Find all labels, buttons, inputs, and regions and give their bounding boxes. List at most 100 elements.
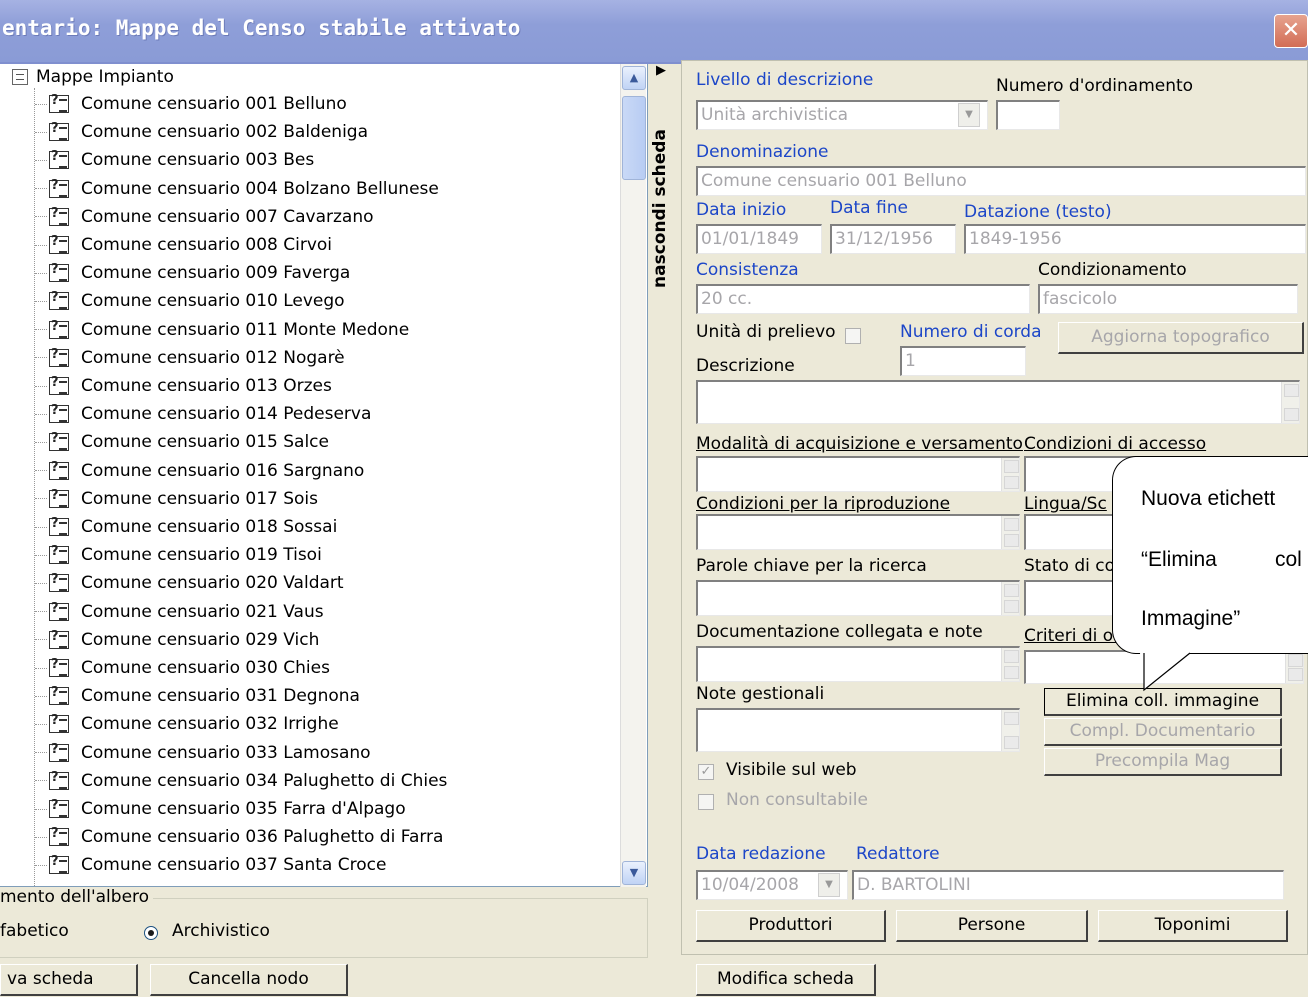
tree-connector <box>35 272 47 274</box>
tree-item[interactable]: Comune censuario 004 Bolzano Bellunese <box>35 175 439 203</box>
title-bar: entario: Mappe del Censo stabile attivat… <box>0 0 1308 64</box>
descrizione-textarea[interactable] <box>696 380 1300 424</box>
tree-item[interactable]: Comune censuario 034 Palughetto di Chies <box>35 767 447 795</box>
tree-connector <box>35 441 47 443</box>
unita-prelievo-checkbox[interactable] <box>845 328 861 344</box>
parole-chiave-textarea[interactable] <box>696 580 1020 616</box>
redattore-input[interactable]: D. BARTOLINI <box>852 870 1284 900</box>
nuova-scheda-button[interactable]: va scheda <box>0 964 138 996</box>
tree-item[interactable]: Comune censuario 013 Orzes <box>35 372 332 400</box>
compl-documentario-button[interactable]: Compl. Documentario <box>1044 718 1282 746</box>
textarea-scrollbar[interactable] <box>1001 516 1019 549</box>
tree-item[interactable]: Comune censuario 019 Tisoi <box>35 541 322 569</box>
tree-item[interactable]: Comune censuario 001 Belluno <box>35 90 347 118</box>
condizionamento-input[interactable]: fascicolo <box>1038 284 1298 314</box>
tree-item[interactable]: Comune censuario 009 Faverga <box>35 259 350 287</box>
tree-connector <box>35 329 47 331</box>
radio-archivistico-dot[interactable] <box>144 926 158 940</box>
record-icon <box>49 375 69 395</box>
tree-connector <box>35 723 47 725</box>
tree-panel: Mappe Impianto Comune censuario 001 Bell… <box>0 64 648 887</box>
scroll-thumb[interactable] <box>622 96 646 180</box>
scroll-down-icon[interactable]: ▼ <box>622 861 646 885</box>
visibile-checkbox[interactable]: ✓ <box>698 764 714 780</box>
tree-item[interactable]: Comune censuario 029 Vich <box>35 626 319 654</box>
livello-select[interactable]: Unità archivistica <box>696 100 988 130</box>
tree-item[interactable]: Comune censuario 021 Vaus <box>35 598 324 626</box>
textarea-scrollbar[interactable] <box>1001 582 1019 615</box>
tree-item[interactable]: Comune censuario 014 Pedeserva <box>35 400 371 428</box>
data-inizio-input[interactable]: 01/01/1849 <box>696 224 822 254</box>
scroll-up-icon[interactable]: ▲ <box>622 66 646 90</box>
calendar-dropdown-icon[interactable]: ▼ <box>818 873 840 897</box>
record-icon <box>49 685 69 706</box>
tree-item[interactable]: Comune censuario 037 Santa Croce <box>35 851 386 879</box>
tree-item[interactable]: Comune censuario 031 Degnona <box>35 682 360 710</box>
tree-item[interactable]: Comune censuario 020 Valdart <box>35 569 344 597</box>
tree-item[interactable]: Comune censuario 016 Sargnano <box>35 457 364 485</box>
chevron-down-icon[interactable]: ▼ <box>958 103 980 127</box>
consistenza-input[interactable]: 20 cc. <box>696 284 1030 314</box>
tree-item[interactable]: Comune censuario 002 Baldeniga <box>35 118 368 146</box>
modalita-textarea[interactable] <box>696 456 1020 492</box>
note-gestionali-textarea[interactable] <box>696 708 1020 752</box>
record-icon <box>49 544 69 565</box>
non-consultabile-checkbox[interactable] <box>698 794 714 810</box>
tree-connector <box>35 357 47 359</box>
toponimi-button[interactable]: Toponimi <box>1098 910 1288 942</box>
precompila-mag-button[interactable]: Precompila Mag <box>1044 748 1282 776</box>
tree-item[interactable]: Comune censuario 018 Sossai <box>35 513 337 541</box>
data-fine-input[interactable]: 31/12/1956 <box>830 224 956 254</box>
elimina-coll-immagine-button[interactable]: Elimina coll. immagine <box>1044 688 1282 716</box>
nascondi-scheda-tab[interactable]: nascondi scheda <box>650 129 670 288</box>
close-button[interactable]: ✕ <box>1274 14 1308 48</box>
tree-item[interactable]: Comune censuario 036 Palughetto di Farra <box>35 823 443 851</box>
modalita-label: Modalità di acquisizione e versamento <box>696 434 1023 454</box>
condizioni-riproduzione-textarea[interactable] <box>696 514 1020 550</box>
cancella-nodo-button[interactable]: Cancella nodo <box>150 964 348 996</box>
textarea-scrollbar[interactable] <box>1001 458 1019 491</box>
record-icon <box>49 319 69 339</box>
textarea-scrollbar[interactable] <box>1281 382 1299 423</box>
tree-item[interactable]: Comune censuario 030 Chies <box>35 654 330 682</box>
produttori-button[interactable]: Produttori <box>696 910 886 942</box>
radio-alfabetico-label[interactable]: fabetico <box>0 921 69 941</box>
numero-ordinamento-input[interactable] <box>996 100 1060 130</box>
tree-item-label: Comune censuario 020 Valdart <box>81 573 344 594</box>
tree-item-label: Comune censuario 008 Cirvoi <box>81 235 333 255</box>
tree-item[interactable]: Comune censuario 008 Cirvoi <box>35 231 332 259</box>
tree-item-label: Comune censuario 031 Degnona <box>81 686 360 707</box>
modifica-scheda-button[interactable]: Modifica scheda <box>696 964 876 996</box>
tree-item[interactable]: Comune censuario 010 Levego <box>35 287 345 315</box>
radio-archivistico[interactable] <box>144 923 158 943</box>
tree-item[interactable]: Comune censuario 011 Monte Medone <box>35 316 409 344</box>
persone-button[interactable]: Persone <box>896 910 1088 942</box>
tree-item[interactable]: Comune censuario 035 Farra d'Alpago <box>35 795 406 823</box>
tree-item-label: Comune censuario 036 Palughetto di Farra <box>81 827 444 848</box>
tree-item[interactable]: Comune censuario 007 Cavarzano <box>35 203 374 231</box>
record-icon <box>49 826 69 847</box>
textarea-scrollbar[interactable] <box>1001 710 1019 751</box>
documentazione-textarea[interactable] <box>696 646 1020 682</box>
tree-scrollbar[interactable]: ▲ ▼ <box>620 64 646 887</box>
textarea-scrollbar[interactable] <box>1001 648 1019 681</box>
numero-corda-input[interactable]: 1 <box>900 346 1026 376</box>
datazione-input[interactable]: 1849-1956 <box>964 224 1306 254</box>
tree-item[interactable]: Comune censuario 033 Lamosano <box>35 739 371 767</box>
lingua-label: Lingua/Sc <box>1024 494 1107 514</box>
denominazione-input[interactable]: Comune censuario 001 Belluno <box>696 166 1306 196</box>
tree-item[interactable]: Comune censuario 032 Irrighe <box>35 710 339 738</box>
aggiorna-topografico-button[interactable]: Aggiorna topografico <box>1058 322 1304 354</box>
tree-root[interactable]: Mappe Impianto <box>12 66 174 88</box>
tree-item-label: Comune censuario 001 Belluno <box>81 94 347 114</box>
tree-item[interactable]: Comune censuario 012 Nogarè <box>35 344 345 372</box>
side-toggle[interactable]: ▶ nascondi scheda <box>648 63 678 886</box>
radio-archivistico-label[interactable]: Archivistico <box>172 921 270 941</box>
tree-item[interactable]: Comune censuario 015 Salce <box>35 428 329 456</box>
tree-item[interactable]: Comune censuario 003 Bes <box>35 146 314 174</box>
tree-connector <box>35 836 47 838</box>
expand-arrow-icon[interactable]: ▶ <box>656 63 666 78</box>
textarea-scrollbar[interactable] <box>1285 652 1303 683</box>
tree-connector <box>35 470 47 472</box>
tree-item[interactable]: Comune censuario 017 Sois <box>35 485 318 513</box>
